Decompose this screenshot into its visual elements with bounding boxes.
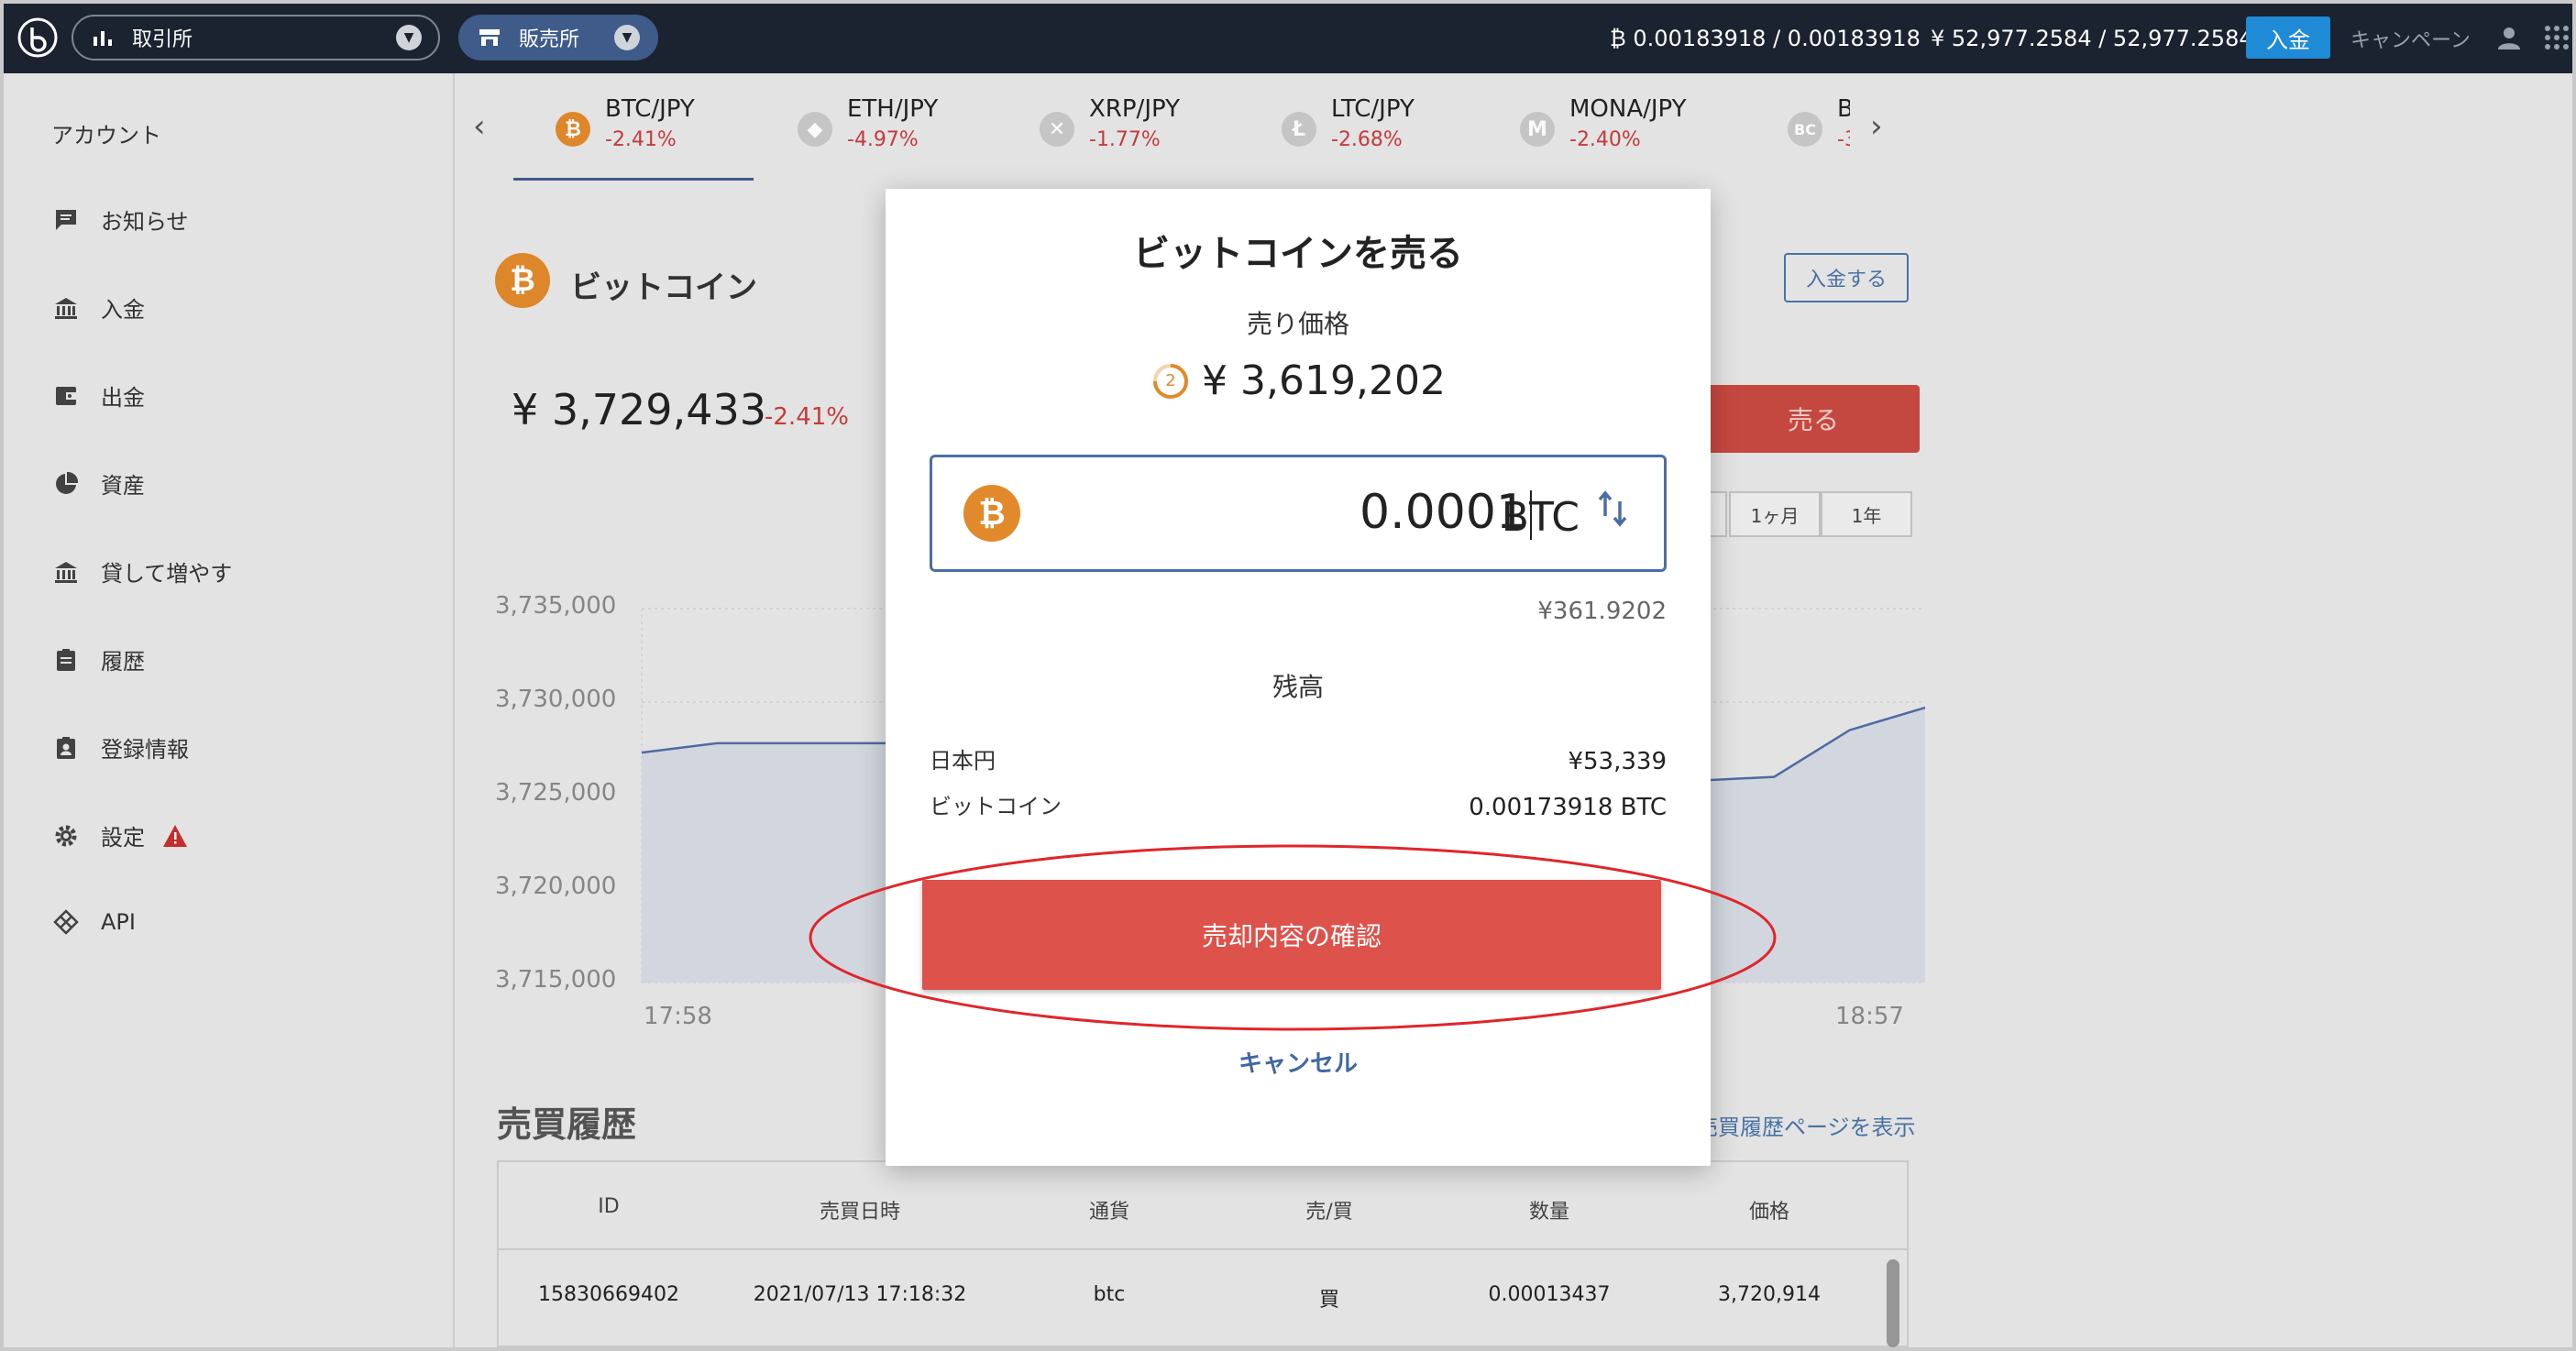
bitcoin-icon: ₿ xyxy=(963,485,1020,542)
header-deposit-button[interactable]: 入金 xyxy=(2246,16,2330,59)
balance-value-jpy: ¥53,339 xyxy=(1568,748,1667,775)
chevron-down-icon: ▼ xyxy=(396,25,422,50)
sell-price: ¥ 3,619,202 xyxy=(1202,357,1446,404)
user-icon[interactable] xyxy=(2495,24,2523,51)
store-select[interactable]: 販売所 ▼ xyxy=(458,15,658,60)
balance-label-btc: ビットコイン xyxy=(930,794,1062,819)
exchange-label: 取引所 xyxy=(132,28,193,51)
store-icon xyxy=(477,25,502,50)
top-header: 取引所 ▼ 販売所 ▼ ₿ 0.00183918 / 0.00183918 ¥ … xyxy=(4,4,2572,73)
chevron-down-icon: ▼ xyxy=(614,25,640,50)
highlight-annotation xyxy=(809,844,1777,1031)
btc-balance: ₿ 0.00183918 / 0.00183918 xyxy=(1610,26,1921,51)
store-label: 販売所 xyxy=(519,28,580,51)
balance-title: 残高 xyxy=(1271,672,1324,702)
balance-label-jpy: 日本円 xyxy=(930,748,996,774)
balance-value-btc: 0.00173918 BTC xyxy=(1469,794,1667,821)
bar-chart-icon xyxy=(90,25,116,50)
campaign-link[interactable]: キャンペーン xyxy=(2350,24,2471,53)
exchange-select[interactable]: 取引所 ▼ xyxy=(72,15,440,60)
refresh-timer-icon: 2 xyxy=(1150,361,1191,401)
sell-price-label: 売り価格 xyxy=(1246,309,1349,339)
cancel-button[interactable]: キャンセル xyxy=(886,1045,1711,1079)
sell-price-row: 2 ¥ 3,619,202 xyxy=(886,357,1711,404)
timer-count: 2 xyxy=(1165,371,1176,390)
apps-grid-icon[interactable] xyxy=(2543,24,2570,51)
jpy-balance: ¥ 52,977.2584 / 52,977.2584 xyxy=(1931,26,2253,51)
modal-title: ビットコインを売る xyxy=(1133,233,1463,275)
jpy-equivalent: ¥361.9202 xyxy=(1537,598,1667,625)
swap-arrows-icon[interactable] xyxy=(1594,489,1631,529)
amount-unit: BTC xyxy=(1501,494,1580,541)
amount-input[interactable]: ₿ 0.0001 BTC xyxy=(930,455,1667,572)
bitbank-logo[interactable] xyxy=(17,16,59,59)
